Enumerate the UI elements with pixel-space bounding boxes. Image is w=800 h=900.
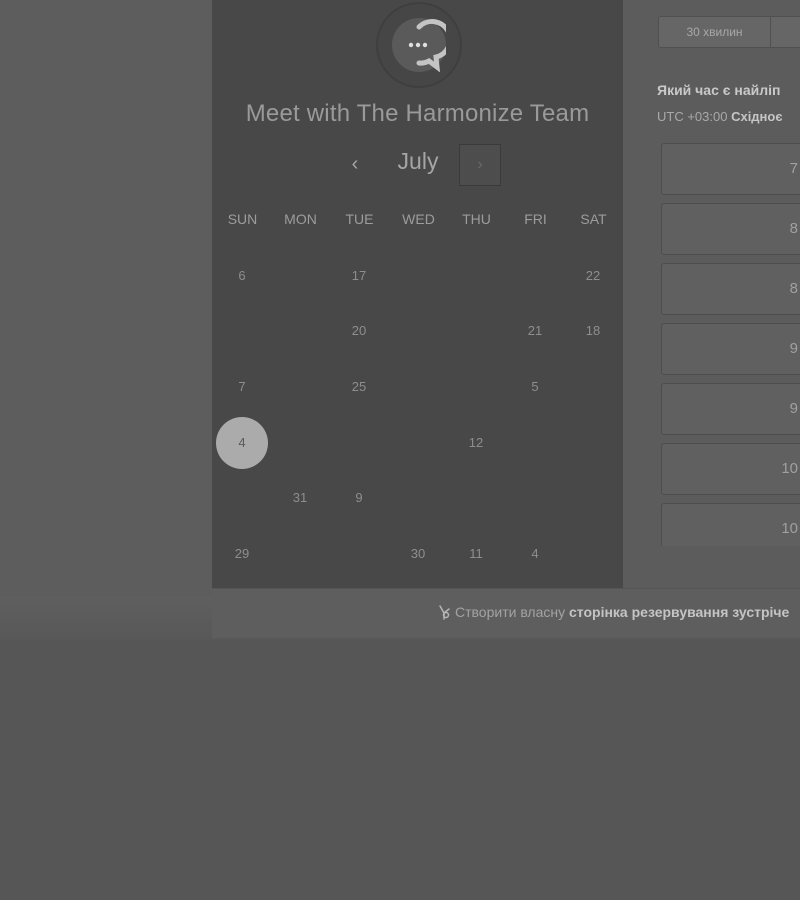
next-month-button[interactable]: › [459, 144, 501, 186]
create-booking-page-link[interactable]: сторінка резервування зустріче [569, 604, 789, 620]
time-slot-button[interactable]: 8 [661, 263, 800, 315]
time-slot-button[interactable]: 8 [661, 203, 800, 255]
duration-option-30[interactable]: 30 хвилин [659, 17, 771, 47]
calendar-day[interactable]: 11 [450, 528, 502, 580]
meetings-card: Meet with The Harmonize Team ‹ July › SU… [212, 0, 800, 638]
weekday-thu: THU [462, 211, 491, 227]
calendar-day[interactable]: 5 [509, 361, 561, 413]
time-selection-panel: 30 хвилин Який час є найліп UTC +03:00 С… [623, 0, 800, 588]
weekday-header: SUN MON TUE WED THU FRI SAT [212, 211, 623, 231]
weekday-sat: SAT [580, 211, 607, 227]
previous-month-button[interactable]: ‹ [342, 150, 368, 178]
weekday-sun: SUN [227, 211, 258, 227]
chat-bubble-dots-icon [408, 18, 446, 72]
calendar-day-selected[interactable]: 4 [216, 417, 268, 469]
time-slot-list: 7 8 8 9 9 10 10 [661, 143, 800, 546]
footer-bar: Створити власну сторінка резервування зу… [212, 588, 800, 638]
time-slot-button[interactable]: 9 [661, 383, 800, 435]
time-slot-button[interactable]: 7 [661, 143, 800, 195]
calendar-day[interactable]: 31 [274, 472, 326, 524]
timezone-name: Східноє [731, 109, 783, 124]
calendar-day[interactable]: 9 [333, 472, 385, 524]
weekday-mon: MON [284, 211, 317, 227]
weekday-wed: WED [402, 211, 435, 227]
team-avatar [376, 2, 462, 88]
meeting-title: Meet with The Harmonize Team [245, 100, 590, 127]
month-navigation: ‹ July › [212, 144, 623, 186]
timezone-selector[interactable]: UTC +03:00 Східноє [657, 109, 783, 124]
calendar-day[interactable]: 30 [392, 528, 444, 580]
calendar-day[interactable]: 25 [333, 361, 385, 413]
month-label: July [397, 148, 439, 174]
footer-text: Створити власну [455, 604, 566, 620]
timezone-offset: UTC +03:00 [657, 109, 728, 124]
time-question: Який час є найліп [657, 82, 781, 98]
calendar-panel: Meet with The Harmonize Team ‹ July › SU… [212, 0, 623, 588]
time-slot-button[interactable]: 9 [661, 323, 800, 375]
calendar-day[interactable]: 17 [333, 250, 385, 302]
calendar-day[interactable]: 18 [567, 305, 619, 357]
calendar-day[interactable]: 21 [509, 305, 561, 357]
calendar-day[interactable]: 29 [216, 528, 268, 580]
calendar-day[interactable]: 20 [333, 305, 385, 357]
duration-toggle: 30 хвилин [658, 16, 800, 48]
calendar-day[interactable]: 22 [567, 250, 619, 302]
calendar-day[interactable]: 6 [216, 250, 268, 302]
calendar-day[interactable]: 7 [216, 361, 268, 413]
time-slot-button[interactable]: 10 [661, 443, 800, 495]
time-slot-button[interactable]: 10 [661, 503, 800, 546]
calendar-day[interactable]: 4 [509, 528, 561, 580]
hubspot-sprocket-icon [439, 605, 450, 620]
weekday-fri: FRI [524, 211, 547, 227]
calendar-day[interactable]: 12 [450, 417, 502, 469]
weekday-tue: TUE [345, 211, 374, 227]
calendar-grid: 6 17 22 20 21 18 7 25 5 4 12 31 9 29 30 11 4 [212, 248, 623, 588]
